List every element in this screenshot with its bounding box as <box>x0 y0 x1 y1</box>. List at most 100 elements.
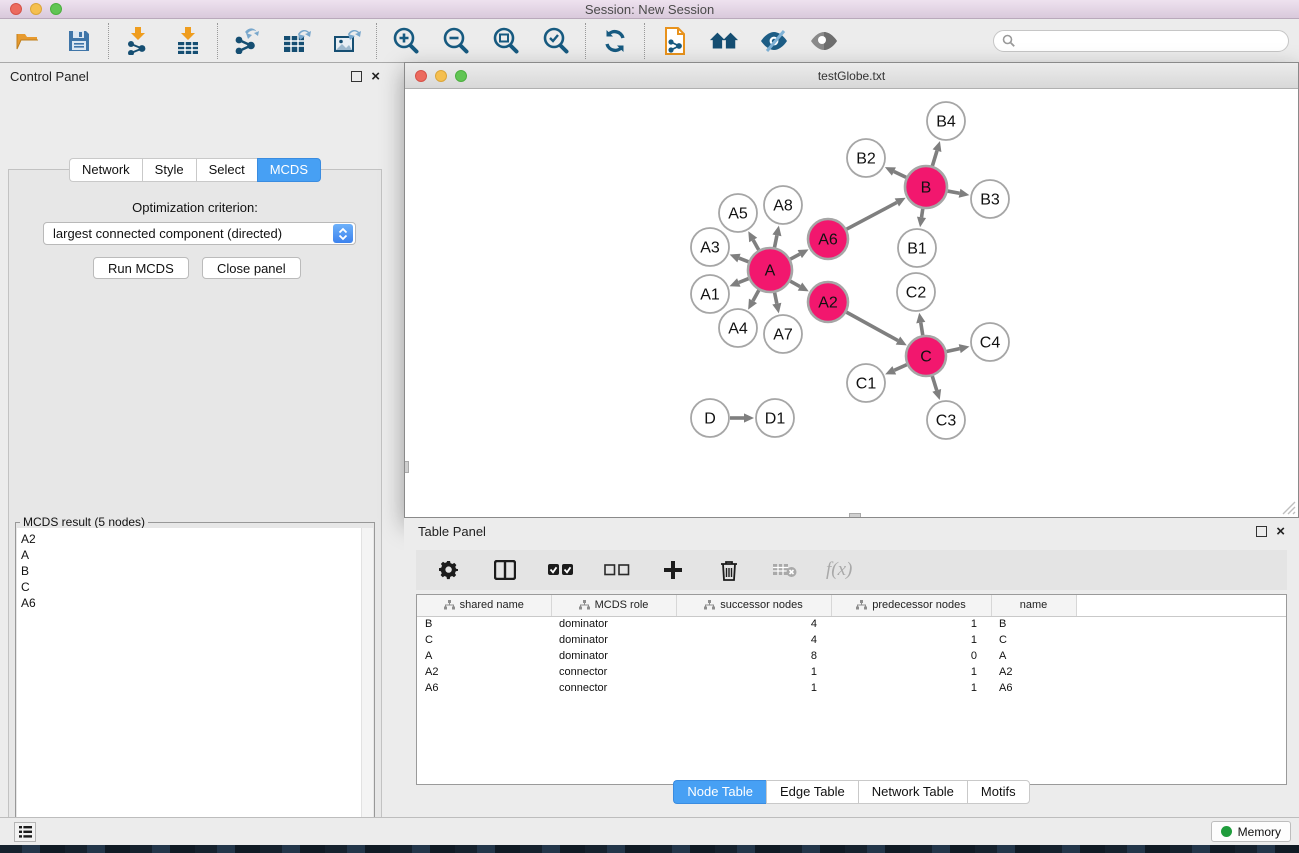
result-item[interactable]: A6 <box>21 595 373 611</box>
edge-A2-C[interactable] <box>846 312 898 340</box>
import-network-icon[interactable] <box>123 26 153 56</box>
export-network-icon[interactable] <box>232 26 262 56</box>
import-table-icon[interactable] <box>173 26 203 56</box>
tab-select[interactable]: Select <box>196 158 257 182</box>
delete-table-icon[interactable] <box>770 555 800 585</box>
delete-column-icon[interactable] <box>714 555 744 585</box>
memory-status-icon <box>1221 826 1232 837</box>
canvas-bottom-grip[interactable] <box>849 513 861 517</box>
zoom-selected-icon[interactable] <box>541 26 571 56</box>
graph-node-label: A3 <box>700 240 720 257</box>
column-header-empty <box>1076 595 1286 616</box>
network-window-titlebar[interactable]: testGlobe.txt <box>405 63 1298 89</box>
column-header-predecessor-nodes[interactable]: predecessor nodes <box>831 595 991 616</box>
result-item[interactable]: C <box>21 579 373 595</box>
deselect-all-checkboxes-icon[interactable] <box>602 555 632 585</box>
zoom-in-icon[interactable] <box>391 26 421 56</box>
function-builder-icon: f(x) <box>826 555 852 585</box>
tab-edge-table[interactable]: Edge Table <box>766 780 858 804</box>
column-header-shared-name[interactable]: shared name <box>417 595 551 616</box>
mcds-result-list[interactable]: A2ABCA6 <box>17 528 373 853</box>
run-mcds-button[interactable]: Run MCDS <box>93 257 189 279</box>
edge-arrowhead <box>916 313 925 324</box>
tab-node-table[interactable]: Node Table <box>673 780 766 804</box>
result-item[interactable]: B <box>21 563 373 579</box>
tab-mcds[interactable]: MCDS <box>257 158 321 182</box>
close-panel-icon[interactable]: × <box>371 71 380 82</box>
edge-C-C4[interactable] <box>947 349 960 352</box>
graph-node-label: A7 <box>773 327 793 344</box>
list-icon <box>19 826 32 838</box>
criterion-select[interactable]: largest connected component (directed) <box>43 222 356 245</box>
edge-A-A7[interactable] <box>775 293 777 304</box>
column-header-mcds-role[interactable]: MCDS role <box>551 595 676 616</box>
zoom-out-icon[interactable] <box>441 26 471 56</box>
table-row[interactable]: Cdominator41C <box>417 632 1286 648</box>
control-panel-title: Control Panel <box>10 69 89 84</box>
show-all-icon[interactable] <box>709 26 739 56</box>
tab-motifs[interactable]: Motifs <box>967 780 1030 804</box>
tab-network-table[interactable]: Network Table <box>858 780 967 804</box>
column-header-name[interactable]: name <box>991 595 1076 616</box>
desktop-background <box>0 845 1299 853</box>
optimization-criterion-label: Optimization criterion: <box>9 200 381 215</box>
table-row[interactable]: A6connector11A6 <box>417 680 1286 696</box>
edge-B-B3[interactable] <box>948 191 960 193</box>
control-panel: Control Panel × Network Style Select MCD… <box>0 63 390 817</box>
show-hidden-icon[interactable] <box>809 26 839 56</box>
split-columns-icon[interactable] <box>490 555 520 585</box>
edge-C-C3[interactable] <box>932 376 936 390</box>
network-canvas[interactable]: B4B2BB3A5A8A6B1A3AC2A1A2A4A7C4CC1C3DD1 <box>405 89 1298 517</box>
result-item[interactable]: A <box>21 547 373 563</box>
edge-A-A6[interactable] <box>790 254 799 259</box>
mcds-result-groupbox: MCDS result (5 nodes) A2ABCA6 <box>15 522 375 853</box>
column-header-successor-nodes[interactable]: successor nodes <box>676 595 831 616</box>
open-session-icon[interactable] <box>14 26 44 56</box>
edge-B-B1[interactable] <box>922 209 923 218</box>
zoom-fit-icon[interactable] <box>491 26 521 56</box>
edge-C-C1[interactable] <box>894 365 907 371</box>
edge-A-A4[interactable] <box>753 290 759 301</box>
task-history-button[interactable] <box>14 822 36 842</box>
close-panel-button[interactable]: Close panel <box>202 257 301 279</box>
window-resize-grip[interactable] <box>1282 501 1296 515</box>
result-item[interactable]: A2 <box>21 531 373 547</box>
edge-A-A3[interactable] <box>739 258 749 262</box>
graph-node-label: B2 <box>856 151 876 168</box>
table-row[interactable]: Adominator80A <box>417 648 1286 664</box>
result-scrollbar[interactable] <box>361 528 373 853</box>
control-panel-header: Control Panel × <box>0 63 390 89</box>
table-panel-header: Table Panel × <box>404 518 1299 544</box>
tab-style[interactable]: Style <box>142 158 196 182</box>
edge-arrowhead <box>959 344 970 353</box>
float-table-panel-icon[interactable] <box>1256 526 1267 537</box>
tab-network[interactable]: Network <box>69 158 142 182</box>
add-column-icon[interactable] <box>658 555 688 585</box>
canvas-left-grip[interactable] <box>405 461 409 473</box>
save-session-icon[interactable] <box>64 26 94 56</box>
export-image-icon[interactable] <box>332 26 362 56</box>
refresh-icon[interactable] <box>600 26 630 56</box>
select-all-checkboxes-icon[interactable] <box>546 555 576 585</box>
edge-B-B4[interactable] <box>932 151 937 166</box>
new-network-icon[interactable] <box>659 26 689 56</box>
edge-A-A8[interactable] <box>775 235 777 247</box>
network-graph: B4B2BB3A5A8A6B1A3AC2A1A2A4A7C4CC1C3DD1 <box>405 89 1298 517</box>
search-input[interactable] <box>993 30 1289 52</box>
edge-A-A1[interactable] <box>739 279 749 283</box>
hide-selected-icon[interactable] <box>759 26 789 56</box>
edge-C-C2[interactable] <box>921 323 923 336</box>
table-row[interactable]: A2connector11A2 <box>417 664 1286 680</box>
edge-A-A2[interactable] <box>790 281 800 286</box>
graph-node-label: D1 <box>765 411 786 428</box>
graph-node-label: D <box>704 411 716 428</box>
close-table-panel-icon[interactable]: × <box>1276 526 1285 537</box>
float-panel-icon[interactable] <box>351 71 362 82</box>
export-table-icon[interactable] <box>282 26 312 56</box>
edge-A6-B[interactable] <box>847 202 897 229</box>
gear-icon[interactable] <box>434 555 464 585</box>
edge-A-A5[interactable] <box>753 240 759 250</box>
table-row[interactable]: Bdominator41B <box>417 616 1286 632</box>
memory-button[interactable]: Memory <box>1211 821 1291 842</box>
edge-B-B2[interactable] <box>894 171 906 177</box>
